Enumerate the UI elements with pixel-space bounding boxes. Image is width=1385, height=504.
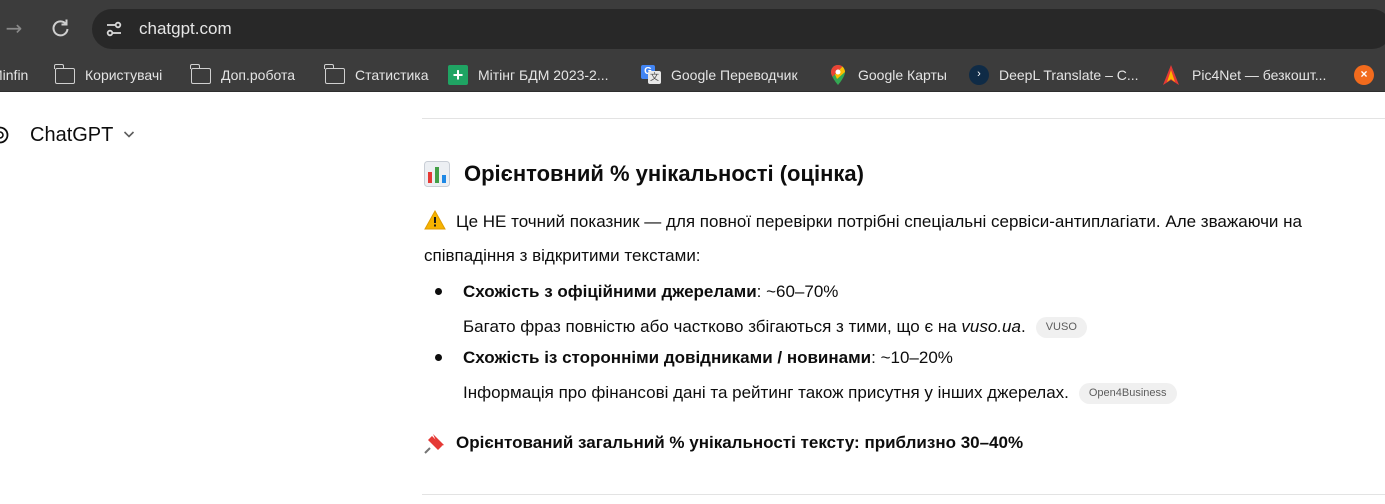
item-value: : ~60–70% — [756, 282, 839, 301]
bullet — [435, 354, 442, 361]
google-maps-icon — [831, 65, 845, 85]
model-selector[interactable]: ChatGPT — [30, 122, 113, 148]
divider — [422, 494, 1385, 495]
bookmark-more[interactable]: × — [1354, 65, 1384, 85]
bookmarks-bar: Minfin Користувачі Доп.робота Статистика… — [0, 58, 1385, 92]
heading-text: Орієнтовний % унікальності (оцінка) — [464, 161, 864, 186]
intro-paragraph: Це НЕ точний показник — для повної перев… — [424, 205, 1364, 273]
bookmark-dop-robota[interactable]: Доп.робота — [190, 64, 296, 85]
item-value: : ~10–20% — [871, 348, 953, 367]
google-translate-icon: G文 — [641, 65, 661, 85]
bookmark-pic4net[interactable]: Pic4Net — безкошт... — [1162, 65, 1326, 85]
google-sheets-icon: + — [448, 65, 468, 85]
summary-text: Орієнтований загальний % унікальності те… — [456, 433, 1024, 452]
orange-close-icon: × — [1354, 65, 1374, 85]
bookmark-label: Мітінг БДМ 2023-2... — [478, 67, 609, 83]
bookmark-label: DeepL Translate – С... — [999, 67, 1139, 83]
bookmark-korystuvachi[interactable]: Користувачі — [54, 64, 163, 85]
item-title: Схожість з офіційними джерелами — [463, 282, 757, 301]
bullet — [435, 288, 442, 295]
reload-icon[interactable] — [48, 16, 72, 40]
list-item: Схожість з офіційними джерелами: ~60–70%… — [424, 278, 1364, 344]
bookmark-label: Google Переводчик — [671, 67, 798, 83]
section-heading: Орієнтовний % унікальності (оцінка) — [424, 160, 864, 188]
similarity-list: Схожість з офіційними джерелами: ~60–70%… — [424, 278, 1364, 410]
intro-text: Це НЕ точний показник — для повної перев… — [424, 212, 1302, 265]
bookmark-label: Minfin — [0, 67, 29, 83]
folder-icon — [324, 64, 345, 85]
bookmark-label: Статистика — [355, 67, 429, 83]
app-name: ChatGPT — [30, 124, 114, 146]
warning-icon — [424, 208, 446, 230]
forward-arrow-icon[interactable]: → — [2, 16, 26, 40]
chevron-down-icon[interactable] — [121, 126, 137, 142]
divider — [422, 118, 1385, 119]
bookmark-statystyka[interactable]: Статистика — [324, 64, 429, 85]
bookmark-google-translate[interactable]: G文 Google Переводчик — [641, 65, 798, 85]
deepl-icon: › — [969, 65, 989, 85]
source-chip[interactable]: Open4Business — [1078, 383, 1177, 404]
bookmark-minfin[interactable]: Minfin — [0, 65, 28, 85]
item-title: Схожість із сторонніми довідниками / нов… — [463, 348, 872, 367]
openai-logo-icon — [0, 124, 10, 146]
item-detail: Багато фраз повністю або частково збігаю… — [463, 317, 962, 336]
bookmark-label: Доп.робота — [221, 67, 296, 83]
item-detail-link: vuso.ua — [961, 317, 1021, 336]
bookmark-label: Користувачі — [85, 67, 163, 83]
pushpin-icon — [424, 432, 446, 454]
address-bar[interactable]: chatgpt.com — [92, 9, 1385, 49]
bookmark-google-maps[interactable]: Google Карты — [828, 65, 947, 85]
browser-toolbar: → chatgpt.com — [0, 0, 1385, 58]
pic4net-icon — [1162, 65, 1182, 85]
bookmark-label: Google Карты — [858, 67, 947, 83]
site-settings-icon[interactable] — [104, 19, 124, 39]
bookmark-miting-bdm[interactable]: + Мітінг БДМ 2023-2... — [448, 65, 609, 85]
summary-line: Орієнтований загальний % унікальності те… — [424, 430, 1023, 456]
list-item: Схожість із сторонніми довідниками / нов… — [424, 344, 1364, 410]
item-detail: Інформація про фінансові дані та рейтинг… — [463, 383, 1069, 402]
folder-icon — [190, 64, 211, 85]
folder-icon — [54, 64, 75, 85]
url-text[interactable]: chatgpt.com — [139, 19, 232, 39]
source-chip[interactable]: VUSO — [1035, 317, 1087, 338]
bar-chart-icon — [424, 161, 450, 187]
item-detail-suffix: . — [1020, 317, 1026, 336]
bookmark-deepl[interactable]: › DeepL Translate – С... — [969, 65, 1139, 85]
bookmark-label: Pic4Net — безкошт... — [1192, 67, 1327, 83]
